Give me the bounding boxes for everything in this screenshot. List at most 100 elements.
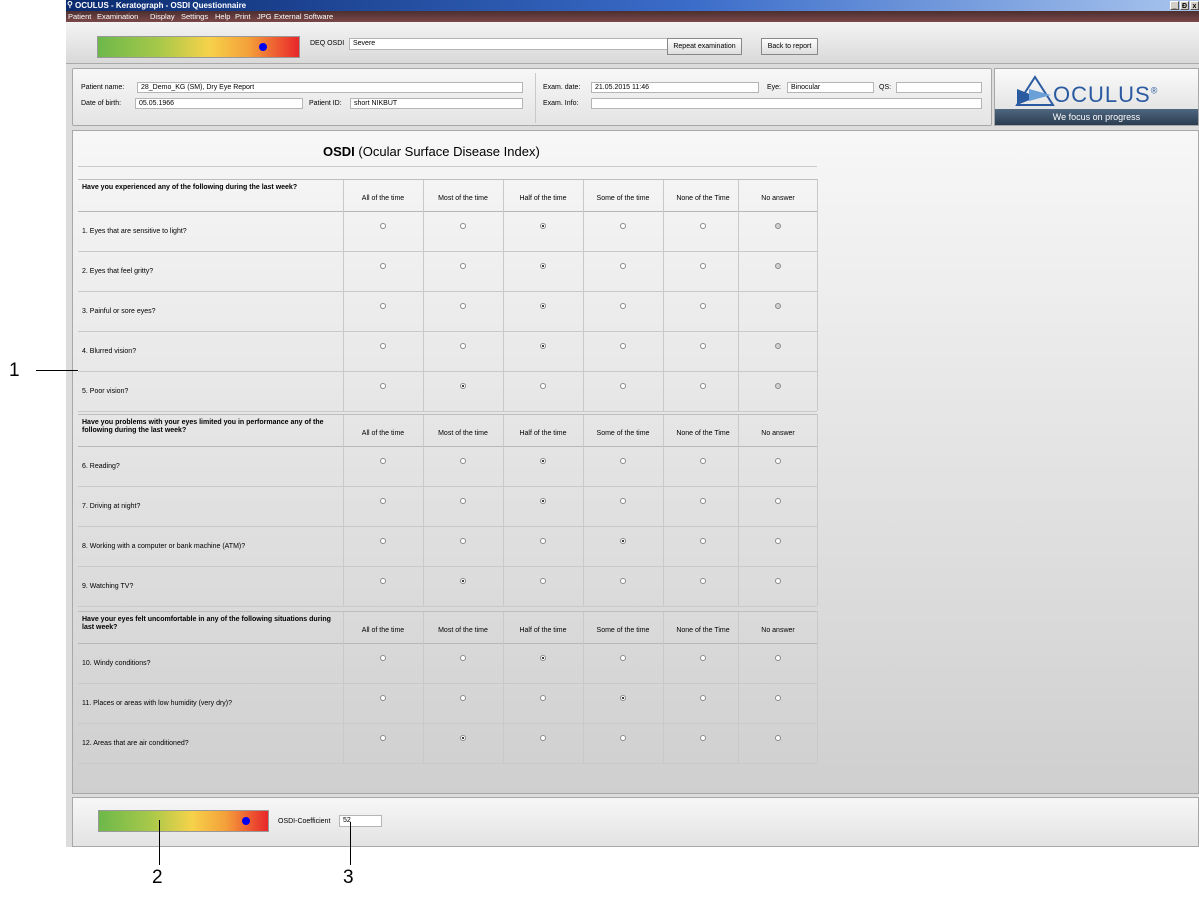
radio-some-of-the-time[interactable]	[620, 223, 626, 229]
radio-none-of-the-time[interactable]	[700, 578, 706, 584]
radio-half-of-the-time[interactable]	[540, 303, 546, 309]
radio-none-of-the-time[interactable]	[700, 458, 706, 464]
header-divider	[78, 643, 817, 644]
radio-most-of-the-time[interactable]	[460, 538, 466, 544]
radio-some-of-the-time[interactable]	[620, 458, 626, 464]
radio-most-of-the-time[interactable]	[460, 303, 466, 309]
radio-all-of-the-time[interactable]	[380, 578, 386, 584]
radio-all-of-the-time[interactable]	[380, 498, 386, 504]
radio-none-of-the-time[interactable]	[700, 263, 706, 269]
radio-no-answer[interactable]	[775, 695, 781, 701]
radio-most-of-the-time[interactable]	[460, 343, 466, 349]
title-bar[interactable]: ⚲ OCULUS - Keratograph - OSDI Questionna…	[66, 0, 1199, 11]
qs-field[interactable]	[896, 82, 982, 93]
radio-some-of-the-time[interactable]	[620, 735, 626, 741]
radio-no-answer[interactable]	[775, 538, 781, 544]
radio-no-answer[interactable]	[775, 343, 781, 349]
radio-no-answer[interactable]	[775, 498, 781, 504]
radio-some-of-the-time[interactable]	[620, 498, 626, 504]
column-divider	[663, 414, 664, 606]
radio-half-of-the-time[interactable]	[540, 263, 546, 269]
maximize-button[interactable]: Ɖ	[1180, 1, 1189, 10]
radio-none-of-the-time[interactable]	[700, 223, 706, 229]
menu-examination[interactable]: Examination	[97, 11, 138, 22]
radio-most-of-the-time[interactable]	[460, 383, 466, 389]
radio-all-of-the-time[interactable]	[380, 538, 386, 544]
radio-all-of-the-time[interactable]	[380, 343, 386, 349]
back-to-report-button[interactable]: Back to report	[761, 38, 818, 55]
radio-all-of-the-time[interactable]	[380, 263, 386, 269]
radio-some-of-the-time[interactable]	[620, 383, 626, 389]
radio-none-of-the-time[interactable]	[700, 343, 706, 349]
radio-some-of-the-time[interactable]	[620, 538, 626, 544]
menu-external-software[interactable]: External Software	[274, 11, 333, 22]
radio-half-of-the-time[interactable]	[540, 458, 546, 464]
radio-most-of-the-time[interactable]	[460, 735, 466, 741]
radio-all-of-the-time[interactable]	[380, 223, 386, 229]
osdi-coefficient-field[interactable]: 52	[339, 815, 382, 827]
menu-jpg[interactable]: JPG	[257, 11, 272, 22]
radio-no-answer[interactable]	[775, 263, 781, 269]
minimize-button[interactable]: _	[1170, 1, 1179, 10]
radio-some-of-the-time[interactable]	[620, 263, 626, 269]
radio-none-of-the-time[interactable]	[700, 498, 706, 504]
exam-info-field[interactable]	[591, 98, 982, 109]
radio-some-of-the-time[interactable]	[620, 695, 626, 701]
radio-half-of-the-time[interactable]	[540, 383, 546, 389]
column-header: No answer	[761, 430, 795, 437]
radio-most-of-the-time[interactable]	[460, 498, 466, 504]
radio-most-of-the-time[interactable]	[460, 695, 466, 701]
repeat-examination-button[interactable]: Repeat examination	[667, 38, 742, 55]
radio-all-of-the-time[interactable]	[380, 303, 386, 309]
radio-most-of-the-time[interactable]	[460, 223, 466, 229]
severity-select[interactable]: Severe ▼	[349, 38, 705, 50]
radio-half-of-the-time[interactable]	[540, 655, 546, 661]
radio-all-of-the-time[interactable]	[380, 695, 386, 701]
radio-no-answer[interactable]	[775, 383, 781, 389]
radio-all-of-the-time[interactable]	[380, 383, 386, 389]
radio-all-of-the-time[interactable]	[380, 735, 386, 741]
radio-half-of-the-time[interactable]	[540, 343, 546, 349]
radio-most-of-the-time[interactable]	[460, 458, 466, 464]
menu-patient[interactable]: Patient	[68, 11, 91, 22]
menu-display[interactable]: Display	[150, 11, 175, 22]
radio-no-answer[interactable]	[775, 735, 781, 741]
menu-help[interactable]: Help	[215, 11, 230, 22]
patient-id-field[interactable]: short NIKBUT	[350, 98, 523, 109]
radio-no-answer[interactable]	[775, 578, 781, 584]
patient-name-field[interactable]: 28_Demo_KG (SM), Dry Eye Report	[137, 82, 523, 93]
question-text: 1. Eyes that are sensitive to light?	[82, 228, 187, 235]
exam-date-field[interactable]: 21.05.2015 11:46	[591, 82, 759, 93]
radio-some-of-the-time[interactable]	[620, 655, 626, 661]
radio-no-answer[interactable]	[775, 655, 781, 661]
radio-none-of-the-time[interactable]	[700, 538, 706, 544]
radio-some-of-the-time[interactable]	[620, 343, 626, 349]
radio-none-of-the-time[interactable]	[700, 303, 706, 309]
radio-half-of-the-time[interactable]	[540, 578, 546, 584]
radio-some-of-the-time[interactable]	[620, 578, 626, 584]
radio-most-of-the-time[interactable]	[460, 655, 466, 661]
dob-field[interactable]: 05.05.1966	[135, 98, 303, 109]
eye-field[interactable]: Binocular	[787, 82, 874, 93]
radio-all-of-the-time[interactable]	[380, 458, 386, 464]
radio-half-of-the-time[interactable]	[540, 695, 546, 701]
radio-none-of-the-time[interactable]	[700, 383, 706, 389]
radio-half-of-the-time[interactable]	[540, 223, 546, 229]
menu-settings[interactable]: Settings	[181, 11, 208, 22]
close-button[interactable]: x	[1190, 1, 1199, 10]
radio-no-answer[interactable]	[775, 223, 781, 229]
radio-none-of-the-time[interactable]	[700, 735, 706, 741]
radio-no-answer[interactable]	[775, 303, 781, 309]
radio-some-of-the-time[interactable]	[620, 303, 626, 309]
radio-none-of-the-time[interactable]	[700, 655, 706, 661]
radio-no-answer[interactable]	[775, 458, 781, 464]
radio-all-of-the-time[interactable]	[380, 655, 386, 661]
radio-half-of-the-time[interactable]	[540, 498, 546, 504]
menu-print[interactable]: Print	[235, 11, 250, 22]
radio-none-of-the-time[interactable]	[700, 695, 706, 701]
radio-half-of-the-time[interactable]	[540, 735, 546, 741]
radio-most-of-the-time[interactable]	[460, 263, 466, 269]
radio-most-of-the-time[interactable]	[460, 578, 466, 584]
radio-half-of-the-time[interactable]	[540, 538, 546, 544]
column-header: Some of the time	[596, 430, 650, 437]
